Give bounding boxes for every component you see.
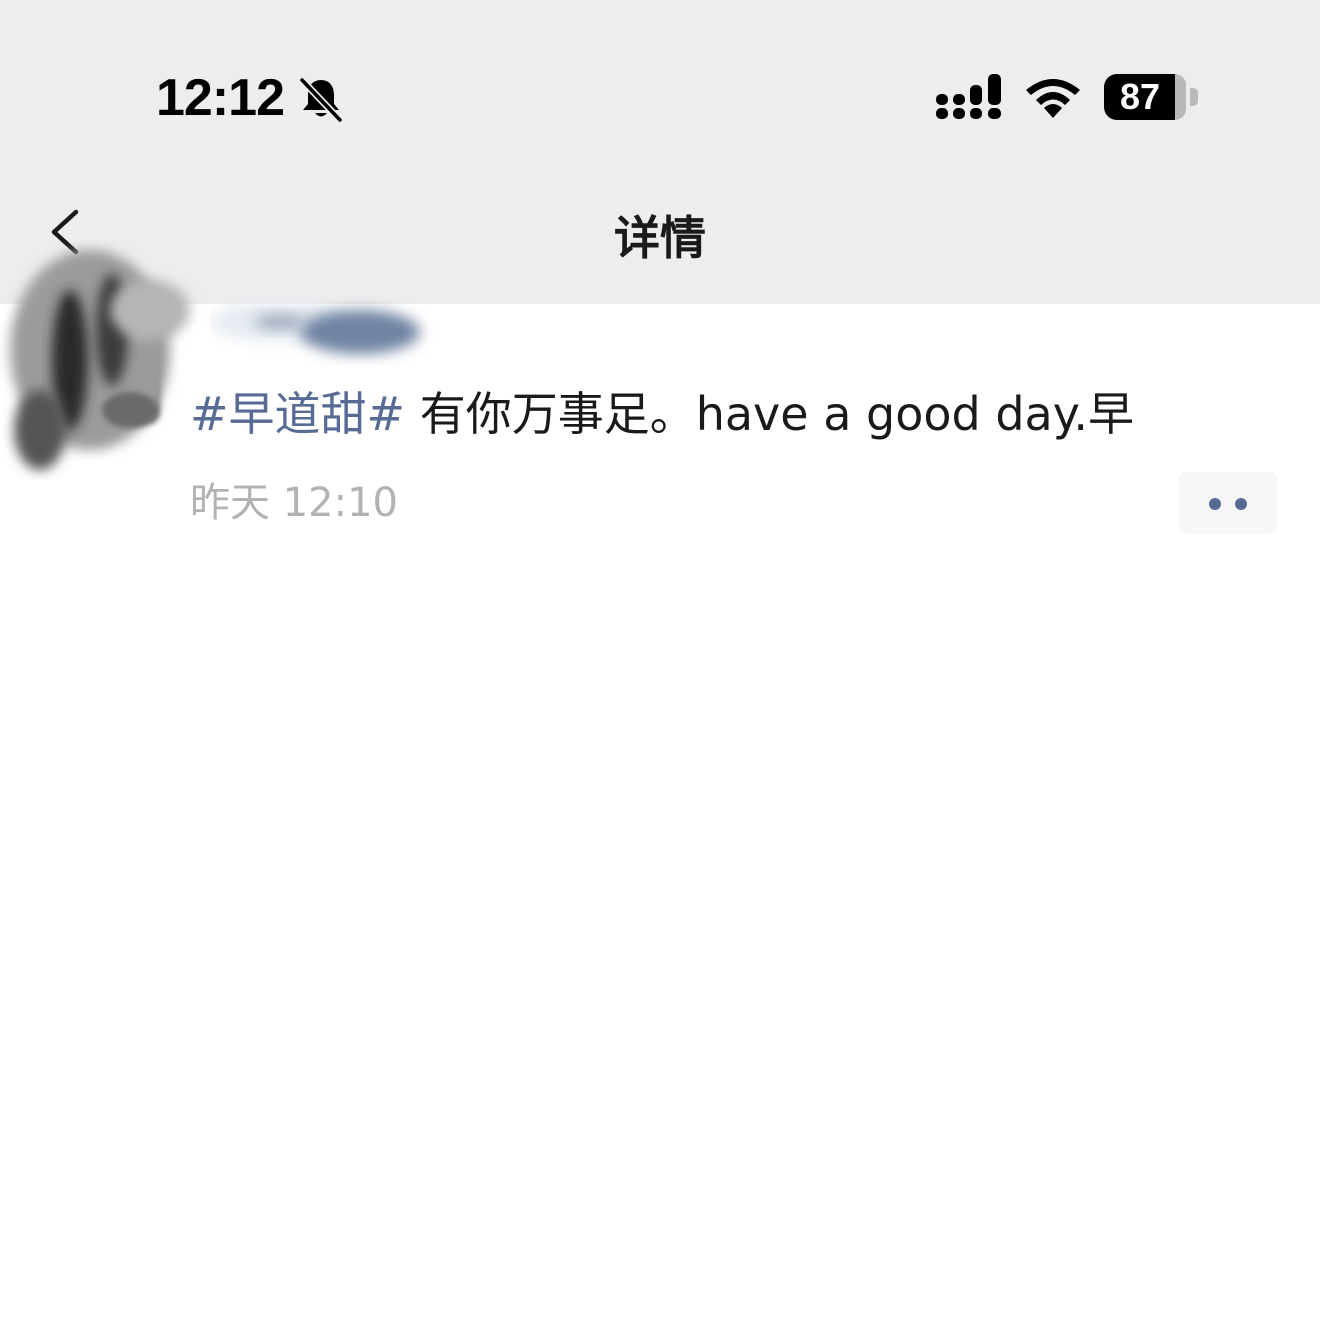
status-time: 12:12 [156,69,285,127]
post-timestamp: 昨天 12:10 [190,480,398,526]
more-dot [1209,498,1221,510]
post-content: #早道甜# 有你万事足。have a good day.早 [190,382,1290,446]
battery-empty-segment [1175,74,1186,120]
battery-icon: 87 [1104,74,1186,120]
username-redacted [210,302,420,354]
battery-tip [1190,88,1198,106]
wifi-icon [1026,79,1080,118]
topic-link[interactable]: #早道甜# [190,387,405,441]
more-dots-icon[interactable] [1178,472,1278,534]
battery-percent: 87 [1119,76,1161,117]
status-bar: 12:12 87 [0,0,1320,190]
more-dot [1235,498,1247,510]
mute-bell-icon [299,77,343,123]
cellular-signal-icon [936,74,1001,119]
post-body-text: 有你万事足。have a good day.早 [405,387,1134,441]
